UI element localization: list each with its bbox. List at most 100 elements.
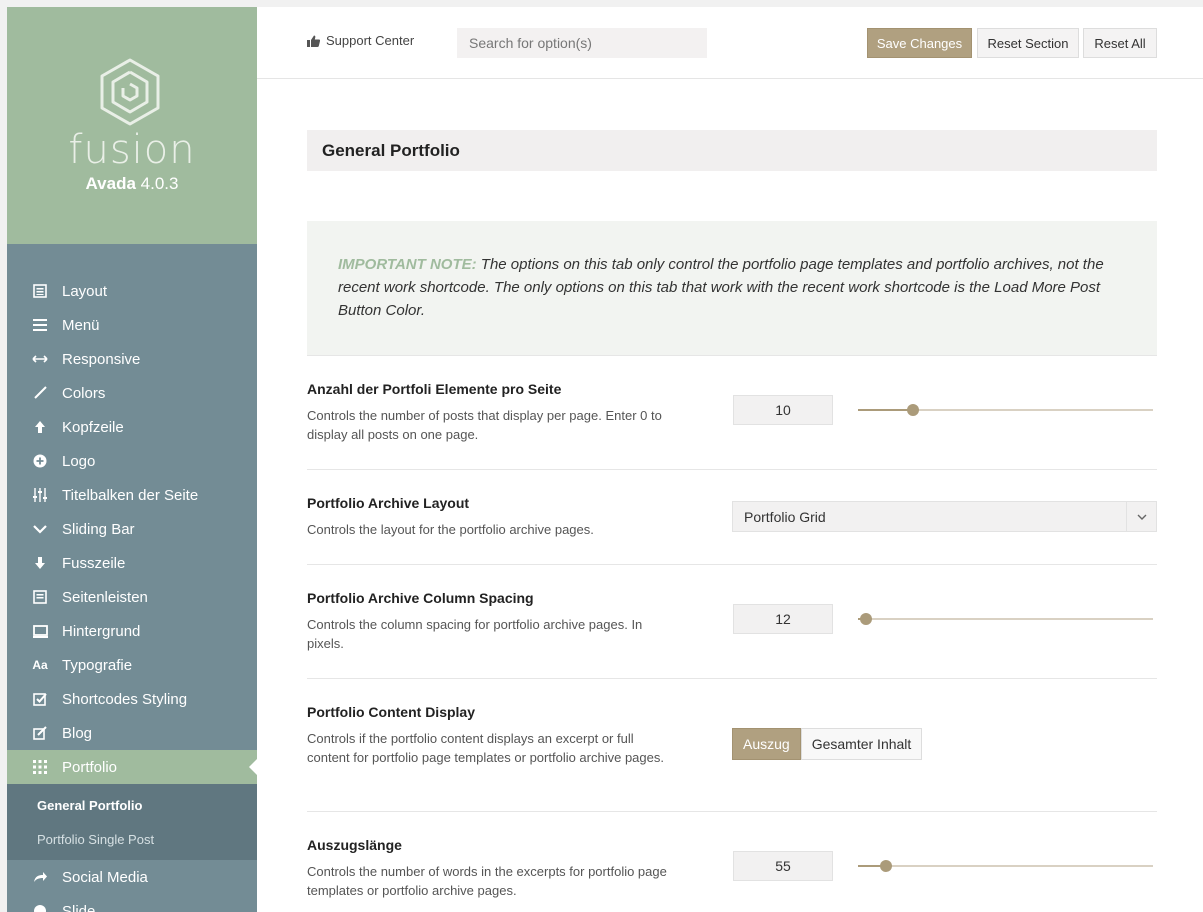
sidebar-item-titelbalken[interactable]: Titelbalken der Seite	[7, 478, 257, 512]
options-panel: fusion Avada 4.0.3 Layout Menü Responsiv…	[7, 7, 1203, 912]
sidebar-item-label: Responsive	[62, 350, 141, 368]
chevron-down-icon	[32, 521, 48, 537]
sidebar-item-fusszeile[interactable]: Fusszeile	[7, 546, 257, 580]
option-description: Controls the number of posts that displa…	[307, 408, 662, 442]
option-label: Portfolio Content Display	[307, 704, 475, 720]
sidebar-item-label: Seitenleisten	[62, 588, 148, 606]
archive-layout-select[interactable]: Portfolio Grid	[732, 501, 1157, 532]
content-display-toggle: Auszug Gesamter Inhalt	[732, 728, 923, 760]
sidebar-item-label: Sliding Bar	[62, 520, 135, 538]
sidebar-item-logo[interactable]: Logo	[7, 444, 257, 478]
share-icon	[32, 869, 48, 885]
product-name: Avada	[85, 174, 136, 193]
important-note: IMPORTANT NOTE: The options on this tab …	[307, 221, 1157, 356]
grid-icon	[32, 759, 48, 775]
sidebar-item-slide[interactable]: Slide	[7, 894, 257, 912]
sidebar-item-blog[interactable]: Blog	[7, 716, 257, 750]
items-per-page-input[interactable]: 10	[733, 395, 833, 425]
option-full-content-button[interactable]: Gesamter Inhalt	[800, 728, 923, 760]
brush-icon	[32, 385, 48, 401]
brand-wordmark: fusion	[68, 127, 196, 173]
portfolio-subnav: General Portfolio Portfolio Single Post	[7, 784, 257, 860]
option-excerpt-length: Auszugslänge Controls the number of word…	[307, 812, 1157, 912]
sidebar-item-shortcodes-styling[interactable]: Shortcodes Styling	[7, 682, 257, 716]
arrow-up-icon	[32, 419, 48, 435]
thumbs-up-icon	[307, 35, 320, 47]
slider-handle[interactable]	[906, 404, 919, 416]
option-items-per-page: Anzahl der Portfoli Elemente pro Seite C…	[307, 356, 1157, 470]
option-label: Anzahl der Portfoli Elemente pro Seite	[307, 381, 562, 397]
fusion-logo-icon	[100, 58, 160, 126]
note-label: IMPORTANT NOTE:	[338, 256, 477, 273]
circle-icon	[32, 903, 48, 912]
plus-circle-icon	[32, 453, 48, 469]
monitor-icon	[32, 623, 48, 639]
option-content-display: Portfolio Content Display Controls if th…	[307, 679, 1157, 812]
reset-all-button[interactable]: Reset All	[1083, 28, 1157, 58]
option-description: Controls the number of words in the exce…	[307, 864, 667, 898]
version-number: 4.0.3	[140, 174, 179, 193]
slider-fill	[858, 409, 913, 411]
support-center-label: Support Center	[326, 33, 415, 48]
sidebar-item-seitenleisten[interactable]: Seitenleisten	[7, 580, 257, 614]
sidebar-item-label: Colors	[62, 384, 106, 402]
sidebar-item-label: Fusszeile	[62, 554, 126, 572]
menu-icon	[32, 317, 48, 333]
column-spacing-input[interactable]: 12	[733, 604, 833, 634]
select-value: Portfolio Grid	[744, 508, 826, 525]
slider-track	[858, 618, 1153, 620]
product-version: Avada 4.0.3	[7, 174, 257, 194]
slider-handle[interactable]	[860, 613, 873, 625]
sidebar-item-label: Social Media	[62, 868, 148, 886]
sliders-icon	[32, 487, 48, 503]
option-label: Portfolio Archive Column Spacing	[307, 590, 534, 606]
save-changes-button[interactable]: Save Changes	[867, 28, 972, 58]
top-toolbar: Support Center Save Changes Reset Sectio…	[257, 7, 1203, 79]
layout-icon	[32, 283, 48, 299]
chevron-down-icon	[1126, 502, 1156, 531]
support-center-link[interactable]: Support Center	[307, 33, 414, 48]
sidebar-item-label: Slide	[62, 902, 96, 912]
sidebar-item-sliding-bar[interactable]: Sliding Bar	[7, 512, 257, 546]
sidebar-item-layout[interactable]: Layout	[7, 274, 257, 308]
reset-section-button[interactable]: Reset Section	[977, 28, 1079, 58]
sidebar-item-menu[interactable]: Menü	[7, 308, 257, 342]
sidebar: fusion Avada 4.0.3 Layout Menü Responsiv…	[7, 7, 257, 912]
sidebar-item-responsive[interactable]: Responsive	[7, 342, 257, 376]
sidebar-item-label: Layout	[62, 282, 108, 300]
brand-header: fusion Avada 4.0.3	[7, 7, 257, 244]
option-description: Controls if the portfolio content displa…	[307, 731, 664, 765]
sidebar-item-portfolio[interactable]: Portfolio	[7, 750, 257, 784]
option-description: Controls the column spacing for portfoli…	[307, 617, 643, 651]
edit-icon	[32, 725, 48, 741]
sidebar-item-social-media[interactable]: Social Media	[7, 860, 257, 894]
checkbox-icon	[32, 691, 48, 707]
slider-track	[858, 865, 1153, 867]
option-description: Controls the layout for the portfolio ar…	[307, 522, 594, 537]
subnav-portfolio-single-post[interactable]: Portfolio Single Post	[7, 822, 257, 856]
sidebar-icon	[32, 589, 48, 605]
sidebar-item-label: Hintergrund	[62, 622, 141, 640]
sidebar-item-colors[interactable]: Colors	[7, 376, 257, 410]
sidebar-item-label: Logo	[62, 452, 96, 470]
search-input[interactable]	[457, 28, 707, 58]
sidebar-item-label: Typografie	[62, 656, 133, 674]
arrow-down-icon	[32, 555, 48, 571]
main-content: General Portfolio IMPORTANT NOTE: The op…	[307, 79, 1157, 912]
sidebar-item-kopfzeile[interactable]: Kopfzeile	[7, 410, 257, 444]
sidebar-item-typografie[interactable]: Aa Typografie	[7, 648, 257, 682]
excerpt-length-slider[interactable]	[858, 860, 1153, 872]
slider-handle[interactable]	[880, 860, 893, 872]
option-column-spacing: Portfolio Archive Column Spacing Control…	[307, 565, 1157, 679]
option-excerpt-button[interactable]: Auszug	[732, 728, 801, 760]
sidebar-item-hintergrund[interactable]: Hintergrund	[7, 614, 257, 648]
option-archive-layout: Portfolio Archive Layout Controls the la…	[307, 470, 1157, 565]
sidebar-item-label: Blog	[62, 724, 93, 742]
excerpt-length-input[interactable]: 55	[733, 851, 833, 881]
sidebar-item-label: Shortcodes Styling	[62, 690, 188, 708]
sidebar-nav: Layout Menü Responsive Colors Kopfzeile …	[7, 274, 257, 912]
column-spacing-slider[interactable]	[858, 613, 1153, 625]
subnav-general-portfolio[interactable]: General Portfolio	[7, 788, 257, 822]
items-per-page-slider[interactable]	[858, 404, 1153, 416]
section-title: General Portfolio	[307, 130, 1157, 171]
